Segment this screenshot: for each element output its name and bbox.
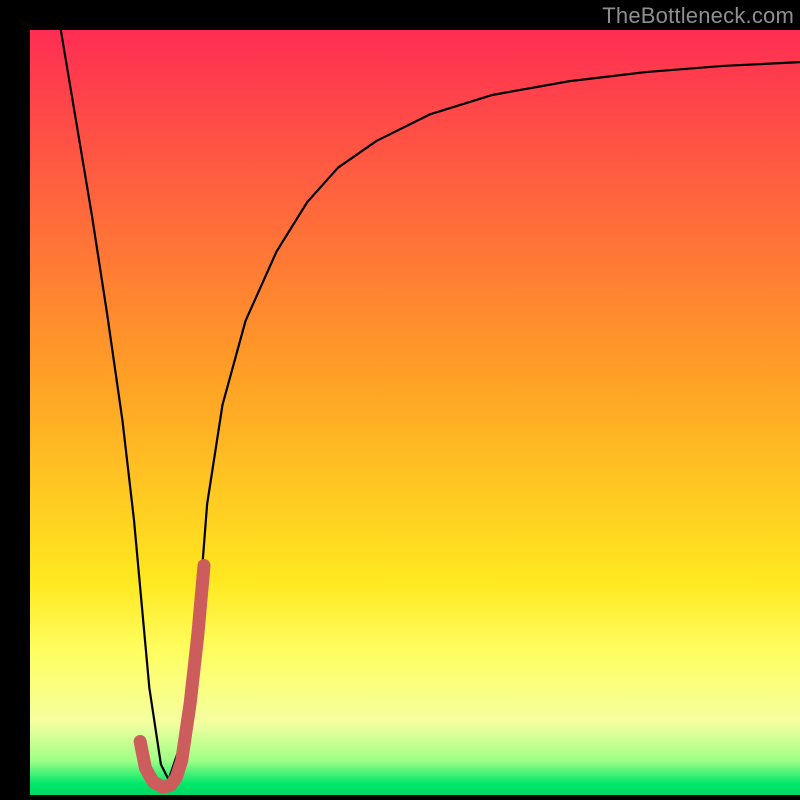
plot-area [30,30,800,795]
outer-frame: TheBottleneck.com [0,0,800,800]
watermark-text: TheBottleneck.com [602,3,794,29]
curves-layer [30,30,800,795]
highlight-j [140,566,204,788]
bottleneck-curve [61,30,800,780]
